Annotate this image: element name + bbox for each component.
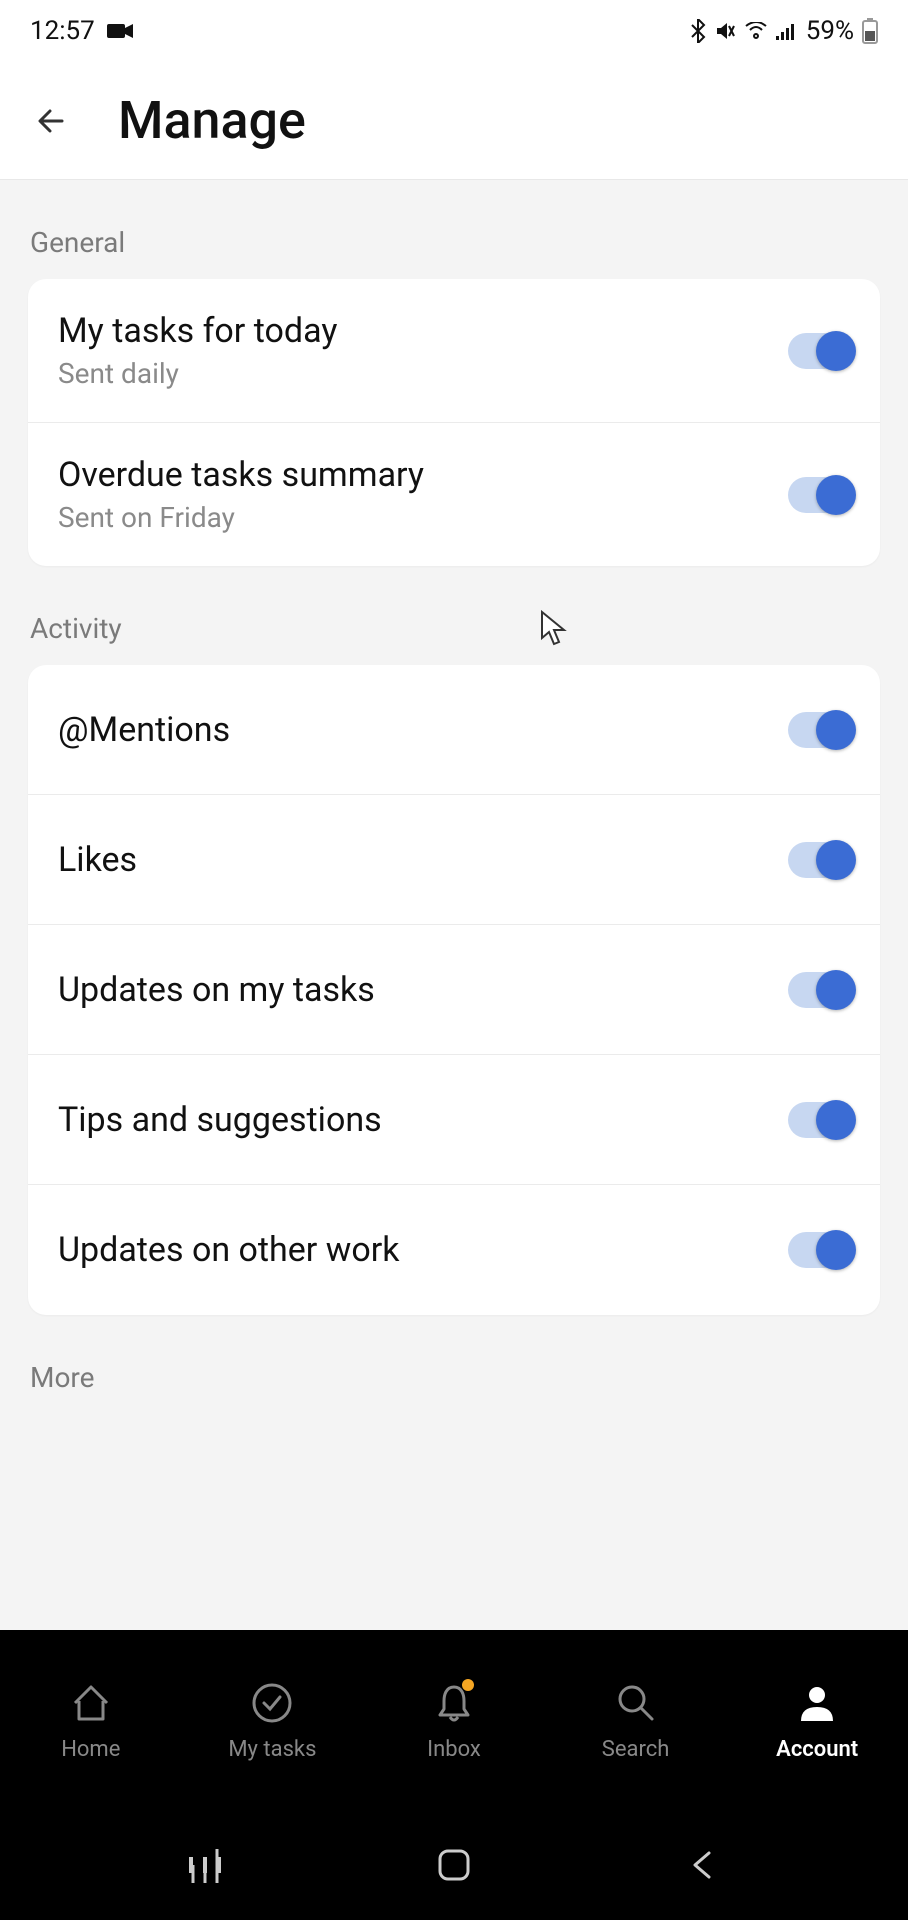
section-header-activity: Activity (0, 566, 908, 665)
content-scroll[interactable]: General My tasks for today Sent daily Ov… (0, 180, 908, 1630)
page-title: Manage (118, 90, 306, 151)
row-title: Updates on other work (58, 1230, 399, 1270)
notification-dot-icon (462, 1679, 474, 1691)
row-mentions[interactable]: @Mentions (28, 665, 880, 795)
activity-card: @Mentions Likes Updates on my tasks Tips… (28, 665, 880, 1315)
status-battery-text: 59% (806, 16, 854, 46)
bottom-nav: Home My tasks Inbox Search Account (0, 1630, 908, 1810)
nav-label: Home (61, 1737, 120, 1762)
toggle-updates-other[interactable] (788, 1232, 850, 1268)
row-sub: Sent daily (58, 357, 337, 390)
row-title: Tips and suggestions (58, 1100, 382, 1140)
row-overdue-summary[interactable]: Overdue tasks summary Sent on Friday (28, 423, 880, 566)
row-likes[interactable]: Likes (28, 795, 880, 925)
bell-icon (430, 1679, 478, 1727)
row-title: Likes (58, 840, 137, 880)
toggle-my-tasks-today[interactable] (788, 333, 850, 369)
sys-back-button[interactable] (673, 1835, 733, 1895)
row-my-tasks-today[interactable]: My tasks for today Sent daily (28, 279, 880, 423)
mute-icon (714, 20, 736, 42)
general-card: My tasks for today Sent daily Overdue ta… (28, 279, 880, 566)
system-nav (0, 1810, 908, 1920)
nav-label: Inbox (427, 1737, 481, 1762)
row-title: Overdue tasks summary (58, 455, 424, 495)
nav-label: Account (776, 1737, 858, 1762)
back-button[interactable] (30, 97, 78, 145)
section-header-general: General (0, 180, 908, 279)
nav-label: Search (602, 1737, 670, 1762)
row-tips[interactable]: Tips and suggestions (28, 1055, 880, 1185)
row-updates-my-tasks[interactable]: Updates on my tasks (28, 925, 880, 1055)
nav-label: My tasks (228, 1737, 316, 1762)
nav-account[interactable]: Account (726, 1630, 908, 1810)
toggle-tips[interactable] (788, 1102, 850, 1138)
check-circle-icon (248, 1679, 296, 1727)
nav-home[interactable]: Home (0, 1630, 182, 1810)
nav-my-tasks[interactable]: My tasks (182, 1630, 364, 1810)
toggle-likes[interactable] (788, 842, 850, 878)
bluetooth-icon (690, 19, 706, 43)
sys-recents-button[interactable] (175, 1835, 235, 1895)
sys-home-button[interactable] (424, 1835, 484, 1895)
person-icon (793, 1679, 841, 1727)
app-bar: Manage (0, 62, 908, 180)
status-bar: 12:57 59% (0, 0, 908, 62)
signal-icon (776, 22, 798, 40)
section-header-more: More (0, 1315, 908, 1414)
battery-icon (862, 18, 878, 44)
search-icon (612, 1679, 660, 1727)
row-title: My tasks for today (58, 311, 337, 351)
status-time: 12:57 (30, 16, 95, 46)
row-sub: Sent on Friday (58, 501, 424, 534)
row-title: @Mentions (58, 710, 230, 750)
nav-search[interactable]: Search (545, 1630, 727, 1810)
toggle-overdue-summary[interactable] (788, 477, 850, 513)
row-title: Updates on my tasks (58, 970, 375, 1010)
nav-inbox[interactable]: Inbox (363, 1630, 545, 1810)
toggle-mentions[interactable] (788, 712, 850, 748)
wifi-icon (744, 22, 768, 40)
row-updates-other[interactable]: Updates on other work (28, 1185, 880, 1315)
toggle-updates-my-tasks[interactable] (788, 972, 850, 1008)
home-icon (67, 1679, 115, 1727)
camera-icon (107, 22, 133, 40)
